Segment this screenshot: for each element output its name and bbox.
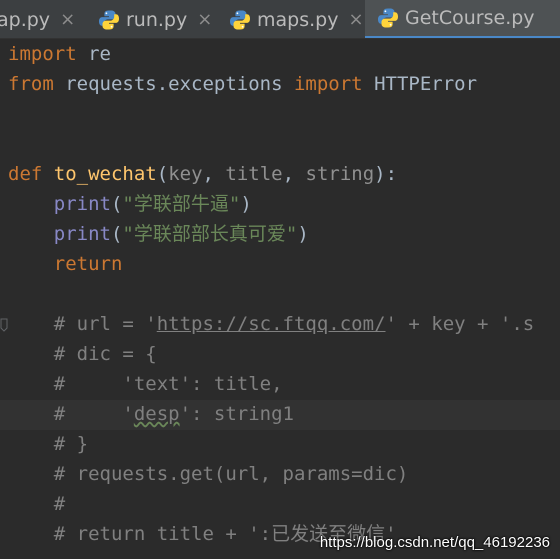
code-line-12: # 'text': title, — [8, 373, 283, 395]
code-line-11: # dic = { — [8, 343, 157, 365]
code-line-5: def to_wechat(key, title, string): — [8, 163, 398, 185]
code-line-1: import re — [8, 43, 111, 65]
tab-label: GetCourse.py — [405, 7, 535, 29]
fold-marker-icon[interactable] — [0, 318, 8, 332]
code-line-16: # — [8, 493, 66, 515]
code-line-8: return — [53, 253, 123, 275]
tab-ap-py[interactable]: ap.py × — [0, 0, 85, 38]
tab-label: maps.py — [257, 8, 339, 31]
code-editor[interactable]: import re from requests.exceptions impor… — [0, 39, 560, 559]
python-file-icon — [229, 9, 251, 31]
close-icon[interactable]: × — [348, 9, 363, 30]
code-line-13: # 'desp': string1 — [8, 403, 294, 425]
watermark: https://blog.csdn.net/qq_46192236 — [319, 534, 550, 551]
tab-label: run.py — [126, 8, 188, 31]
code-line-10: # url = 'https://sc.ftqq.com/' + key + '… — [8, 313, 535, 335]
url-link[interactable]: https://sc.ftqq.com/ — [157, 313, 386, 335]
tab-maps-py[interactable]: maps.py × — [229, 0, 364, 38]
python-file-icon — [377, 7, 399, 29]
editor-tab-bar: ap.py × run.py × maps.py × GetCourse.py — [0, 0, 560, 39]
code-line-15: # requests.get(url, params=dic) — [8, 463, 409, 485]
code-line-14: # } — [8, 433, 89, 455]
close-icon[interactable]: × — [197, 9, 212, 30]
code-line-6: print("学联部牛逼") — [53, 193, 252, 215]
python-file-icon — [98, 9, 120, 31]
close-icon[interactable]: × — [60, 9, 75, 30]
tab-label: ap.py — [0, 8, 51, 31]
tab-run-py[interactable]: run.py × — [98, 0, 213, 38]
code-line-2: from requests.exceptions import HTTPErro… — [8, 73, 478, 95]
code-line-7: print("学联部部长真可爱") — [53, 223, 309, 245]
tab-getcourse-py[interactable]: GetCourse.py — [365, 0, 560, 38]
